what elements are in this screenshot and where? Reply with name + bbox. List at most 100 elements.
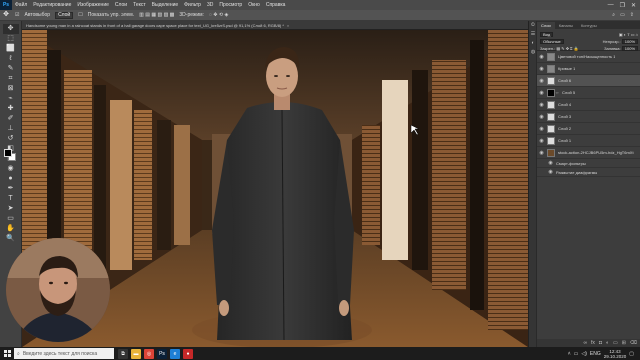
show-controls-checkbox[interactable]: ☐ xyxy=(78,12,82,18)
frame-tool-icon[interactable]: ⊠ xyxy=(3,84,19,94)
autoselect-checkbox[interactable]: ☑ xyxy=(15,12,19,18)
smart-filter-row[interactable]: ◉ Размытие диафрагмы xyxy=(537,168,640,177)
layer-row[interactable]: ◉ Слой 4 xyxy=(537,99,640,111)
explorer-icon[interactable]: ▬ xyxy=(131,348,141,359)
properties-panel-icon[interactable]: ☰ xyxy=(529,30,537,39)
menu-file[interactable]: Файл xyxy=(12,2,30,8)
kind-filter-select[interactable]: Вид xyxy=(540,31,554,37)
folder-icon[interactable]: ▭ xyxy=(613,340,618,346)
color-panel-icon[interactable]: ◍ xyxy=(529,48,537,57)
hand-tool-icon[interactable]: ✋ xyxy=(3,224,19,234)
visibility-eye-icon[interactable]: ◉ xyxy=(538,102,545,108)
layer-row[interactable]: ◉ Слой 2 xyxy=(537,123,640,135)
crop-tool-icon[interactable]: ⌗ xyxy=(3,74,19,84)
history-brush-icon[interactable]: ↺ xyxy=(3,134,19,144)
healing-tool-icon[interactable]: ✚ xyxy=(3,104,19,114)
menu-select[interactable]: Выделение xyxy=(149,2,182,8)
layer-row[interactable]: ◉ Слой 3 xyxy=(537,111,640,123)
workspace-icon[interactable]: ▭ xyxy=(620,12,625,18)
new-layer-icon[interactable]: ⊞ xyxy=(622,340,626,346)
menu-3d[interactable]: 3D xyxy=(204,2,216,8)
visibility-eye-icon[interactable]: ◉ xyxy=(547,169,554,175)
history-panel-icon[interactable]: ⏲ xyxy=(529,21,537,30)
volume-icon[interactable]: ◁) xyxy=(581,351,587,357)
menu-window[interactable]: Окно xyxy=(245,2,263,8)
mask-link-icon[interactable]: ∞ xyxy=(555,90,559,95)
menu-help[interactable]: Справка xyxy=(263,2,289,8)
maximize-button[interactable]: ❐ xyxy=(620,2,625,9)
visibility-eye-icon[interactable]: ◉ xyxy=(538,126,545,132)
align-icons[interactable]: ▥ ▤ ▦ ▧ ▨ ▩ xyxy=(139,12,174,18)
menu-layers[interactable]: Слои xyxy=(112,2,130,8)
layer-row[interactable]: ◉ ∞ Слой 5 xyxy=(537,87,640,99)
blend-mode-select[interactable]: Обычные xyxy=(540,38,564,44)
edge-icon[interactable]: e xyxy=(170,348,180,359)
layer-row[interactable]: ◉ Цветовой тон/Насыщенность 1 xyxy=(537,51,640,63)
artboard-tool-icon[interactable]: ⬚ xyxy=(3,34,19,44)
visibility-eye-icon[interactable]: ◉ xyxy=(538,138,545,144)
zoom-tool-icon[interactable]: 🔍 xyxy=(3,234,19,244)
dodge-tool-icon[interactable]: ● xyxy=(3,174,19,184)
language-indicator[interactable]: ENG xyxy=(590,351,601,357)
visibility-eye-icon[interactable]: ◉ xyxy=(538,114,545,120)
visibility-eye-icon[interactable]: ◉ xyxy=(538,90,545,96)
minimize-button[interactable]: — xyxy=(608,2,614,9)
menu-image[interactable]: Изображение xyxy=(74,2,112,8)
tray-chevron-icon[interactable]: ˄ xyxy=(568,351,571,357)
close-tab-icon[interactable]: × xyxy=(287,23,289,28)
notifications-icon[interactable]: ▢ xyxy=(629,351,634,357)
marquee-tool-icon[interactable]: ⬜ xyxy=(3,44,19,54)
layer-row[interactable]: ◉ Слой 6 xyxy=(537,75,640,87)
smart-filter-row[interactable]: ◉ Смарт-фильтры xyxy=(537,159,640,168)
network-icon[interactable]: ▭ xyxy=(574,351,579,357)
layer-row[interactable]: ◉ stock-action-2HCJB6PU5m-hdz_HgT6mXt xyxy=(537,147,640,159)
lock-icons[interactable]: ▦ ✎ ✥ ⌗ 🔒 xyxy=(556,46,578,51)
visibility-eye-icon[interactable]: ◉ xyxy=(538,54,545,60)
eyedropper-tool-icon[interactable]: ⌁ xyxy=(3,94,19,104)
start-button[interactable] xyxy=(0,347,14,360)
foreground-color-swatch[interactable] xyxy=(4,149,12,157)
photoshop-icon[interactable]: Ps xyxy=(157,348,167,359)
fx-icon[interactable]: fx xyxy=(591,340,595,346)
fill-input[interactable]: 100% xyxy=(621,45,638,51)
visibility-eye-icon[interactable]: ◉ xyxy=(538,150,545,156)
type-tool-icon[interactable]: T xyxy=(3,194,19,204)
record-icon[interactable]: ● xyxy=(183,348,193,359)
adjustments-panel-icon[interactable]: ◐ xyxy=(529,39,537,48)
share-icon[interactable]: ⇪ xyxy=(630,12,634,18)
chrome-icon[interactable]: ◎ xyxy=(144,348,154,359)
visibility-eye-icon[interactable]: ◉ xyxy=(547,160,554,166)
layer-row[interactable]: ◉ Кривые 1 xyxy=(537,63,640,75)
layer-row[interactable]: ◉ Слой 1 xyxy=(537,135,640,147)
trash-icon[interactable]: ⌫ xyxy=(630,340,637,346)
blur-tool-icon[interactable]: ◉ xyxy=(3,164,19,174)
filter-icons[interactable]: ▣ ◐ T ▭ ⌂ xyxy=(619,32,638,37)
tab-channels[interactable]: Каналы xyxy=(555,22,577,29)
move-tool-icon[interactable]: ✥ xyxy=(2,11,10,19)
clock[interactable]: 12:43 29.10.2020 xyxy=(604,349,627,359)
opacity-input[interactable]: 100% xyxy=(621,38,638,44)
close-button[interactable]: ✕ xyxy=(631,2,636,9)
lasso-tool-icon[interactable]: ℓ xyxy=(3,54,19,64)
visibility-eye-icon[interactable]: ◉ xyxy=(538,78,545,84)
mask-icon[interactable]: ◘ xyxy=(599,340,602,346)
autoselect-target-select[interactable]: Слой xyxy=(55,11,74,19)
adjustment-icon[interactable]: ◐ xyxy=(606,340,609,346)
task-view-icon[interactable]: ⧉ xyxy=(118,348,128,359)
taskbar-search-box[interactable]: ⌕ Введите здесь текст для поиска xyxy=(14,348,114,359)
document-tab[interactable]: Handsome young man in a raincoat stands … xyxy=(22,21,528,30)
menu-filter[interactable]: Фильтр xyxy=(181,2,204,8)
pen-tool-icon[interactable]: ✒ xyxy=(3,184,19,194)
visibility-eye-icon[interactable]: ◉ xyxy=(538,66,545,72)
mode3d-icons[interactable]: ◌ ✥ ⟲ ◈ xyxy=(209,12,228,18)
brush-tool-icon[interactable]: ✐ xyxy=(3,114,19,124)
move-tool-icon[interactable]: ✥ xyxy=(2,24,19,34)
search-icon[interactable]: ⌕ xyxy=(612,12,615,18)
menu-edit[interactable]: Редактирование xyxy=(30,2,74,8)
stamp-tool-icon[interactable]: ⊥ xyxy=(3,124,19,134)
link-icon[interactable]: ∞ xyxy=(583,340,587,346)
menu-view[interactable]: Просмотр xyxy=(216,2,245,8)
path-select-tool-icon[interactable]: ➤ xyxy=(3,204,19,214)
shape-tool-icon[interactable]: ▭ xyxy=(3,214,19,224)
menu-type[interactable]: Текст xyxy=(130,2,149,8)
